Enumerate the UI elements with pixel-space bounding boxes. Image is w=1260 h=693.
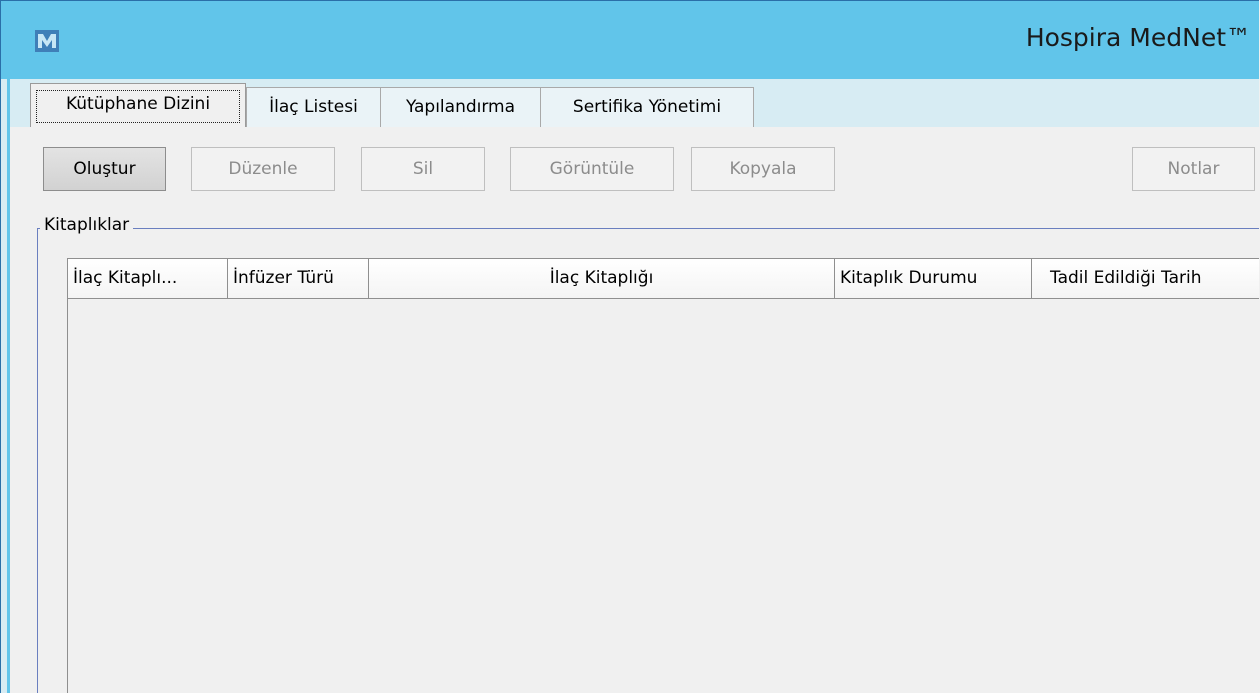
copy-button-label: Kopyala — [729, 159, 797, 179]
delete-button-label: Sil — [412, 159, 434, 179]
tab-ilac-listesi[interactable]: İlaç Listesi — [246, 87, 381, 127]
delete-button[interactable]: Sil — [361, 147, 485, 191]
column-header-library-status[interactable]: Kitaplık Durumu — [835, 259, 1032, 299]
main-content: İlaç Listesi Yapılandırma Sertifika Yöne… — [10, 79, 1259, 693]
notes-button-label: Notlar — [1167, 159, 1220, 179]
library-directory-panel: Oluştur Düzenle Sil Görüntüle Kopyala No… — [10, 127, 1259, 693]
libraries-table[interactable]: İlaç Kitaplı... İnfüzer Türü İlaç Kitapl… — [67, 258, 1259, 693]
tab-yapilandirma[interactable]: Yapılandırma — [380, 87, 541, 127]
tab-sertifika-yonetimi[interactable]: Sertifika Yönetimi — [540, 87, 754, 127]
column-header-drug-library[interactable]: İlaç Kitaplığı — [369, 259, 835, 299]
view-button-label: Görüntüle — [549, 159, 635, 179]
table-header: İlaç Kitaplı... İnfüzer Türü İlaç Kitapl… — [68, 259, 1259, 299]
window-title: Hospira MedNet™ — [1025, 23, 1251, 52]
tab-label: Yapılandırma — [405, 97, 516, 117]
tab-label: Sertifika Yönetimi — [572, 97, 722, 117]
mednet-app-icon — [35, 30, 59, 52]
create-button[interactable]: Oluştur — [43, 147, 166, 191]
application-window: Hospira MedNet™ İlaç Listesi Yapılandırm… — [0, 0, 1259, 693]
column-header-modified-date[interactable]: Tadil Edildiği Tarih — [1032, 259, 1259, 299]
tab-strip: İlaç Listesi Yapılandırma Sertifika Yöne… — [10, 79, 1259, 129]
edit-button-label: Düzenle — [228, 159, 298, 179]
tab-label: İlaç Listesi — [269, 97, 358, 117]
create-button-label: Oluştur — [73, 159, 136, 179]
tab-kutuphane-dizini[interactable]: Kütüphane Dizini — [30, 83, 246, 128]
notes-button[interactable]: Notlar — [1132, 147, 1255, 191]
title-bar[interactable]: Hospira MedNet™ — [1, 1, 1259, 79]
column-header-infuser-type[interactable]: İnfüzer Türü — [228, 259, 369, 299]
libraries-group-title: Kitaplıklar — [40, 215, 134, 235]
view-button[interactable]: Görüntüle — [510, 147, 674, 191]
edit-button[interactable]: Düzenle — [191, 147, 335, 191]
column-header-drug-library-id[interactable]: İlaç Kitaplı... — [68, 259, 228, 299]
tab-focus-outline — [36, 90, 240, 123]
copy-button[interactable]: Kopyala — [691, 147, 835, 191]
